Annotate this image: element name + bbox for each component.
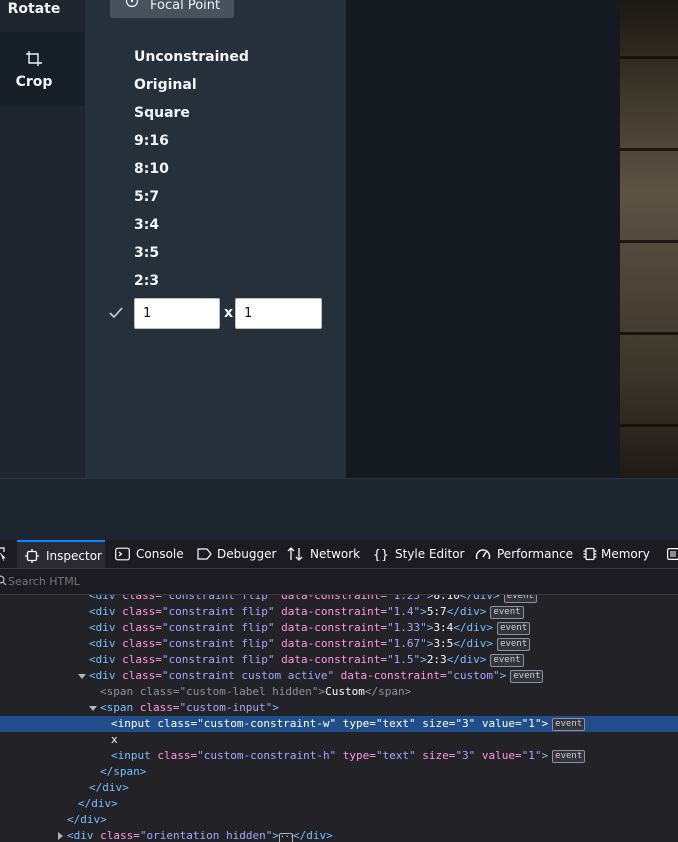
tab-debugger[interactable]: Debugger [195, 540, 277, 568]
collapsed-content-icon[interactable]: ··· [278, 833, 294, 842]
event-badge[interactable]: event [552, 718, 586, 731]
markup-line[interactable]: </div> [0, 812, 678, 828]
console-icon [115, 547, 130, 561]
canvas-area [346, 0, 620, 478]
markup-line[interactable]: <div class="orientation hidden">···</div… [0, 828, 678, 842]
tab-inspector-label: Inspector [46, 549, 102, 563]
rotate-label: Rotate [7, 1, 61, 17]
event-badge[interactable]: event [497, 638, 531, 651]
element-picker-button[interactable] [0, 540, 8, 568]
markup-line[interactable]: <div class="constraint flip" data-constr… [0, 652, 678, 668]
tab-memory[interactable]: Memory [582, 540, 656, 568]
collapse-arrow-icon[interactable] [89, 706, 97, 711]
tab-inspector[interactable]: Inspector [17, 540, 105, 568]
element-picker-icon [0, 547, 6, 561]
expand-arrow-icon[interactable] [58, 832, 63, 840]
tab-network-label: Network [310, 547, 361, 561]
focal-point-label: Focal Point [150, 0, 221, 13]
event-badge[interactable]: event [510, 670, 544, 683]
svg-text:{}: {} [373, 548, 389, 561]
crop-options-panel: Focal Point Unconstrained Original Squar… [84, 0, 346, 478]
search-icon [0, 575, 7, 586]
constraint-5-7[interactable]: 5:7 [134, 188, 159, 206]
constraint-unconstrained[interactable]: Unconstrained [134, 48, 249, 66]
search-html-input[interactable] [8, 573, 308, 590]
tab-style-editor[interactable]: {} Style Editor [372, 540, 464, 568]
constraint-2-3[interactable]: 2:3 [134, 272, 159, 290]
markup-line-selected[interactable]: <input class="custom-constraint-w" type=… [0, 716, 678, 732]
custom-separator: x [224, 305, 234, 321]
event-badge[interactable]: event [552, 750, 586, 763]
overflow-tabs-button[interactable] [664, 540, 678, 568]
memory-icon [583, 547, 597, 561]
crop-label: Crop [15, 74, 53, 90]
tab-console[interactable]: Console [113, 540, 187, 568]
tab-debugger-label: Debugger [217, 547, 277, 561]
style-editor-icon: {} [373, 548, 389, 561]
markup-view: <div class="constraint flip" data-constr… [0, 595, 678, 842]
event-badge[interactable]: event [497, 622, 531, 635]
checkmark-icon [109, 307, 123, 319]
html-search-bar [0, 569, 678, 595]
overflow-menu-icon [667, 548, 678, 560]
constraint-9-16[interactable]: 9:16 [134, 132, 169, 150]
tab-memory-label: Memory [601, 547, 650, 561]
debugger-icon [197, 548, 212, 560]
rotate-button[interactable]: Rotate [0, 0, 84, 32]
markup-line[interactable]: <div class="constraint flip" data-constr… [0, 595, 678, 604]
crop-icon [26, 51, 42, 66]
event-badge[interactable]: event [490, 606, 524, 619]
event-badge[interactable]: event [490, 654, 524, 667]
performance-icon [475, 549, 491, 560]
tab-style-editor-label: Style Editor [395, 547, 465, 561]
focal-point-button[interactable]: Focal Point [110, 0, 234, 18]
markup-line[interactable]: <div class="constraint flip" data-constr… [0, 636, 678, 652]
tab-performance-label: Performance [497, 547, 574, 561]
markup-line[interactable]: <span class="custom-label hidden">Custom… [0, 684, 678, 700]
markup-line[interactable]: <div class="constraint custom active" da… [0, 668, 678, 684]
photo-preview[interactable] [620, 0, 678, 478]
markup-line[interactable]: x [0, 732, 678, 748]
constraint-original[interactable]: Original [134, 76, 197, 94]
markup-line[interactable]: <input class="custom-constraint-h" type=… [0, 748, 678, 764]
constraint-3-5[interactable]: 3:5 [134, 244, 159, 262]
custom-width-input[interactable] [134, 298, 220, 329]
devtools-toolbar: Inspector Console Debugger Network {} St… [0, 540, 678, 569]
tab-performance[interactable]: Performance [474, 540, 574, 568]
tab-network[interactable]: Network [286, 540, 360, 568]
event-badge[interactable]: event [503, 595, 537, 603]
image-editor: Rotate Crop Focal Point Unconstrained Or… [0, 0, 678, 478]
markup-line[interactable]: </span> [0, 764, 678, 780]
network-icon [287, 547, 303, 561]
inspector-icon [25, 549, 39, 563]
focal-point-icon [125, 0, 139, 8]
tool-sidebar: Rotate Crop [0, 0, 84, 478]
editor-footer [0, 478, 678, 541]
constraint-square[interactable]: Square [134, 104, 190, 122]
markup-line[interactable]: </div> [0, 796, 678, 812]
markup-line[interactable]: </div> [0, 780, 678, 796]
devtools-panel: Inspector Console Debugger Network {} St… [0, 540, 678, 842]
custom-height-input[interactable] [235, 298, 322, 329]
collapse-arrow-icon[interactable] [78, 674, 86, 679]
constraint-3-4[interactable]: 3:4 [134, 216, 159, 234]
markup-line[interactable]: <span class="custom-input"> [0, 700, 678, 716]
markup-line[interactable]: <div class="constraint flip" data-constr… [0, 604, 678, 620]
constraint-8-10[interactable]: 8:10 [134, 160, 169, 178]
crop-button[interactable]: Crop [0, 32, 84, 106]
tab-console-label: Console [136, 547, 184, 561]
markup-line[interactable]: <div class="constraint flip" data-constr… [0, 620, 678, 636]
